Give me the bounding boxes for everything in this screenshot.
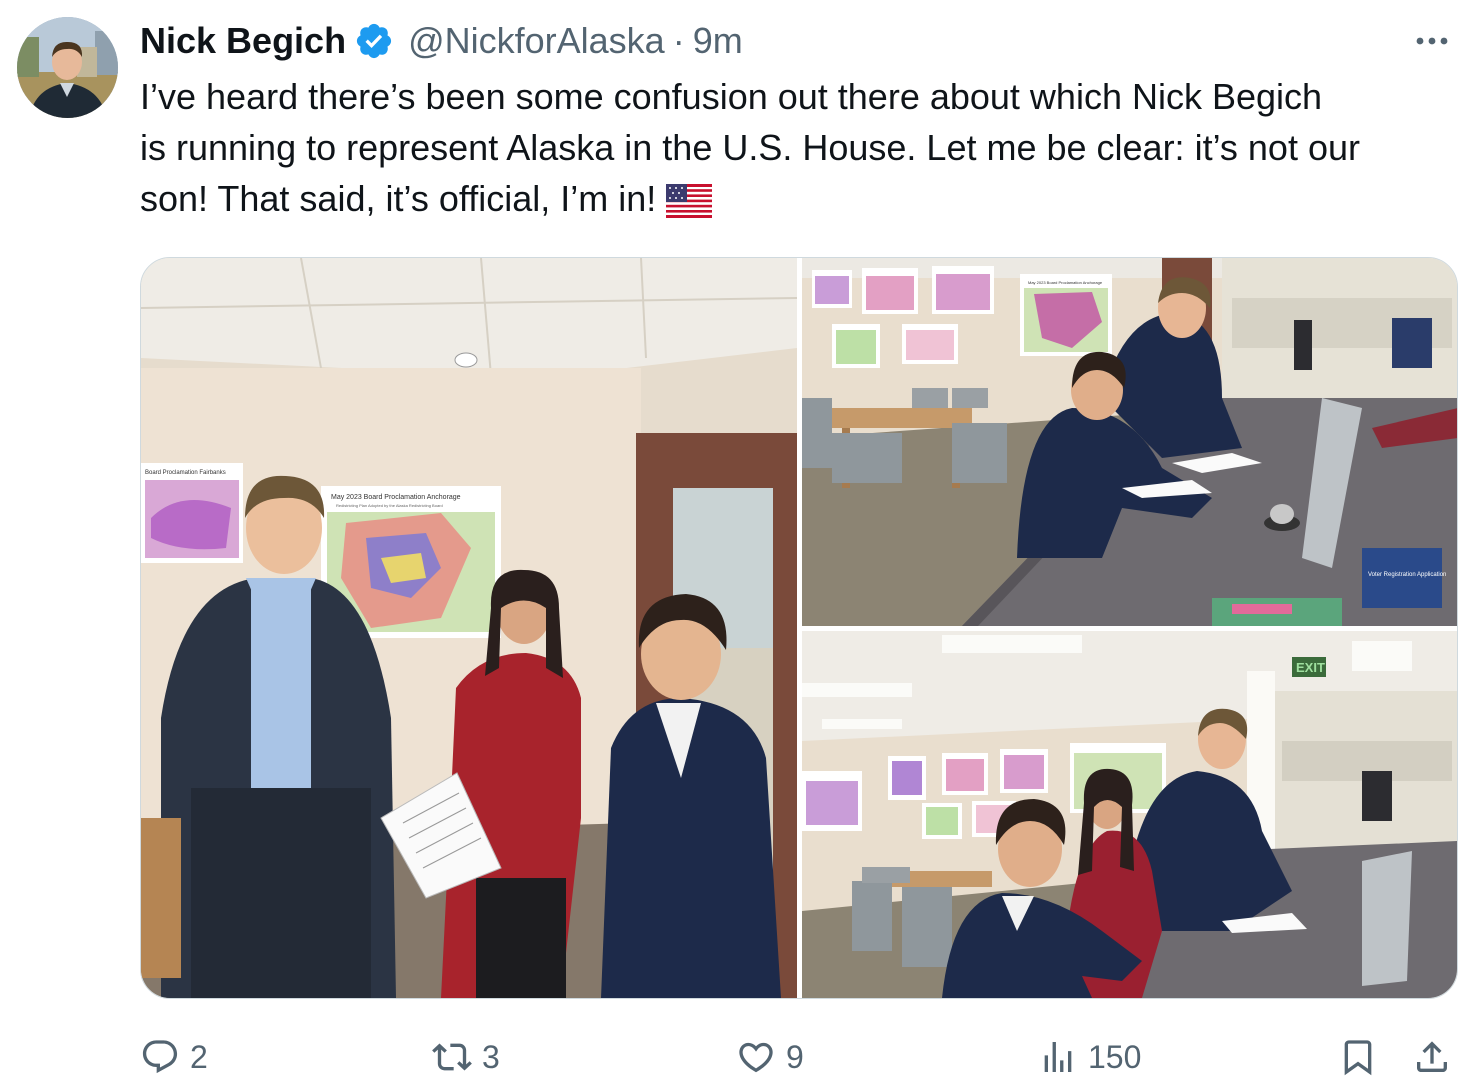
like-icon: [739, 1042, 773, 1073]
photo2-sign-text: Voter Registration Application: [1368, 572, 1446, 578]
views-button[interactable]: 150: [1038, 1030, 1141, 1084]
repost-count: 3: [482, 1038, 500, 1075]
verified-icon[interactable]: [354, 21, 394, 61]
display-name[interactable]: Nick Begich: [140, 18, 346, 64]
more-options-button[interactable]: [1412, 21, 1452, 61]
us-flag-icon: [666, 184, 713, 218]
reply-icon: [142, 1040, 178, 1074]
action-bar: 2 3 9 150: [140, 1030, 1460, 1086]
tweet-card[interactable]: Nick Begich @NickforAlaska · 9m I’ve hea…: [0, 0, 1480, 1090]
media-grid: Board Proclamation Fairbanks May 2023 Bo…: [140, 257, 1458, 999]
user-handle[interactable]: @NickforAlaska: [408, 18, 665, 64]
photo1-map-title: May 2023 Board Proclamation Anchorage: [331, 494, 461, 501]
views-count: 150: [1088, 1038, 1142, 1075]
separator-dot: ·: [672, 20, 685, 61]
like-button[interactable]: 9: [736, 1030, 804, 1084]
tweet-text-line-2: is running to represent Alaska in the U.…: [140, 127, 1360, 168]
bookmark-icon: [1344, 1040, 1372, 1076]
repost-icon: [432, 1043, 472, 1071]
reply-button[interactable]: 2: [140, 1030, 208, 1084]
photo2-map-title: May 2023 Board Proclamation Anchorage: [1028, 280, 1103, 285]
avatar[interactable]: [17, 17, 118, 118]
photo-candidate-filing[interactable]: Board Proclamation Fairbanks May 2023 Bo…: [141, 258, 797, 998]
share-button[interactable]: [1412, 1030, 1452, 1084]
exit-sign: EXIT: [1296, 660, 1325, 675]
tweet-text-line-1: I’ve heard there’s been some confusion o…: [140, 76, 1323, 117]
share-icon: [1417, 1041, 1447, 1072]
photo1-left-map-title: Board Proclamation Fairbanks: [145, 470, 226, 476]
timestamp[interactable]: 9m: [693, 18, 743, 64]
more-icon: [1416, 37, 1448, 45]
tweet-text-line-3: son! That said, it’s official, I’m in!: [140, 178, 657, 219]
bookmark-button[interactable]: [1338, 1030, 1378, 1084]
like-count: 9: [786, 1038, 804, 1075]
tweet-header: Nick Begich @NickforAlaska · 9m: [140, 18, 1460, 64]
photo1-map-subtitle: Redistricting Plan Adopted by the Alaska…: [336, 503, 443, 508]
views-icon: [1044, 1042, 1072, 1072]
repost-button[interactable]: 3: [432, 1030, 500, 1084]
photo-signing-counter[interactable]: May 2023 Board Proclamation Anchorage Vo…: [802, 258, 1457, 626]
tweet-text: I’ve heard there’s been some confusion o…: [140, 71, 1465, 224]
photo-family-signing[interactable]: EXIT: [802, 631, 1457, 998]
reply-count: 2: [190, 1038, 208, 1075]
